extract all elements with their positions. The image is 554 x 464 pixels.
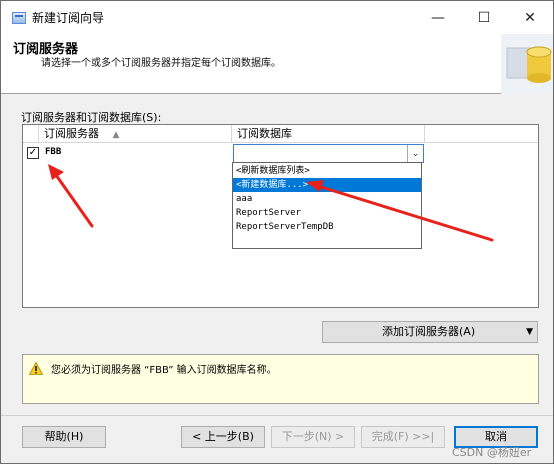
next-button[interactable]: 下一步(N) > xyxy=(271,426,355,448)
column-header-database[interactable]: 订阅数据库 xyxy=(233,125,425,143)
warning-icon xyxy=(29,362,43,375)
wizard-window: 新建订阅向导 — ☐ ✕ 订阅服务器 请选择一个或多个订阅服务器并指定每个订阅数… xyxy=(0,0,554,464)
finish-button[interactable]: 完成(F) >>| xyxy=(361,426,445,448)
grid-header-check xyxy=(23,125,39,143)
subscription-database-combobox[interactable]: ⌄ xyxy=(233,144,424,163)
validation-message: 您必须为订阅服务器 “FBB” 输入订阅数据库名称。 xyxy=(51,365,277,376)
close-button[interactable]: ✕ xyxy=(507,1,553,34)
back-button[interactable]: < 上一步(B) xyxy=(181,426,265,448)
help-button[interactable]: 帮助(H) xyxy=(22,426,106,448)
subscriber-checkbox[interactable]: ✓ xyxy=(27,147,39,159)
database-graphic-icon xyxy=(501,34,553,94)
column-header-server[interactable]: 订阅服务器 ▲ xyxy=(40,125,232,143)
title-bar: 新建订阅向导 — ☐ ✕ xyxy=(1,1,553,34)
window-controls: — ☐ ✕ xyxy=(415,1,553,34)
dropdown-arrow-icon[interactable]: ▼ xyxy=(526,322,533,342)
subscribers-label: 订阅服务器和订阅数据库(S): xyxy=(21,111,162,124)
wizard-app-icon xyxy=(12,11,26,24)
watermark: CSDN @杨妞er xyxy=(452,446,532,459)
subscriber-server-name: FBB xyxy=(45,147,62,157)
dropdown-item-refresh[interactable]: <刷新数据库列表> xyxy=(233,164,421,178)
page-subtitle: 请选择一个或多个订阅服务器并指定每个订阅数据库。 xyxy=(41,58,281,69)
add-subscriber-button[interactable]: 添加订阅服务器(A) ▼ xyxy=(322,321,538,343)
dropdown-item-new-database[interactable]: <新建数据库...> xyxy=(233,178,421,192)
column-header-database-label: 订阅数据库 xyxy=(237,127,292,140)
wizard-header: 订阅服务器 请选择一个或多个订阅服务器并指定每个订阅数据库。 xyxy=(1,34,553,94)
add-subscriber-label: 添加订阅服务器(A) xyxy=(382,325,476,338)
dropdown-item-aaa[interactable]: aaa xyxy=(233,192,421,206)
window-title: 新建订阅向导 xyxy=(32,11,105,25)
grid-header: 订阅服务器 ▲ 订阅数据库 xyxy=(23,125,538,143)
sort-ascending-icon: ▲ xyxy=(112,130,120,140)
dropdown-item-reportserver[interactable]: ReportServer xyxy=(233,206,421,220)
chevron-down-icon[interactable]: ⌄ xyxy=(407,145,423,162)
validation-message-box: 您必须为订阅服务器 “FBB” 输入订阅数据库名称。 xyxy=(22,354,539,404)
minimize-button[interactable]: — xyxy=(415,1,461,34)
footer-divider xyxy=(1,415,553,416)
maximize-button[interactable]: ☐ xyxy=(461,1,507,34)
table-row: ✓ FBB ⌄ xyxy=(23,144,425,163)
dropdown-item-reportservertempdb[interactable]: ReportServerTempDB xyxy=(233,220,421,234)
column-header-server-label: 订阅服务器 xyxy=(44,127,99,140)
database-dropdown-list[interactable]: <刷新数据库列表> <新建数据库...> aaa ReportServer Re… xyxy=(232,162,422,249)
